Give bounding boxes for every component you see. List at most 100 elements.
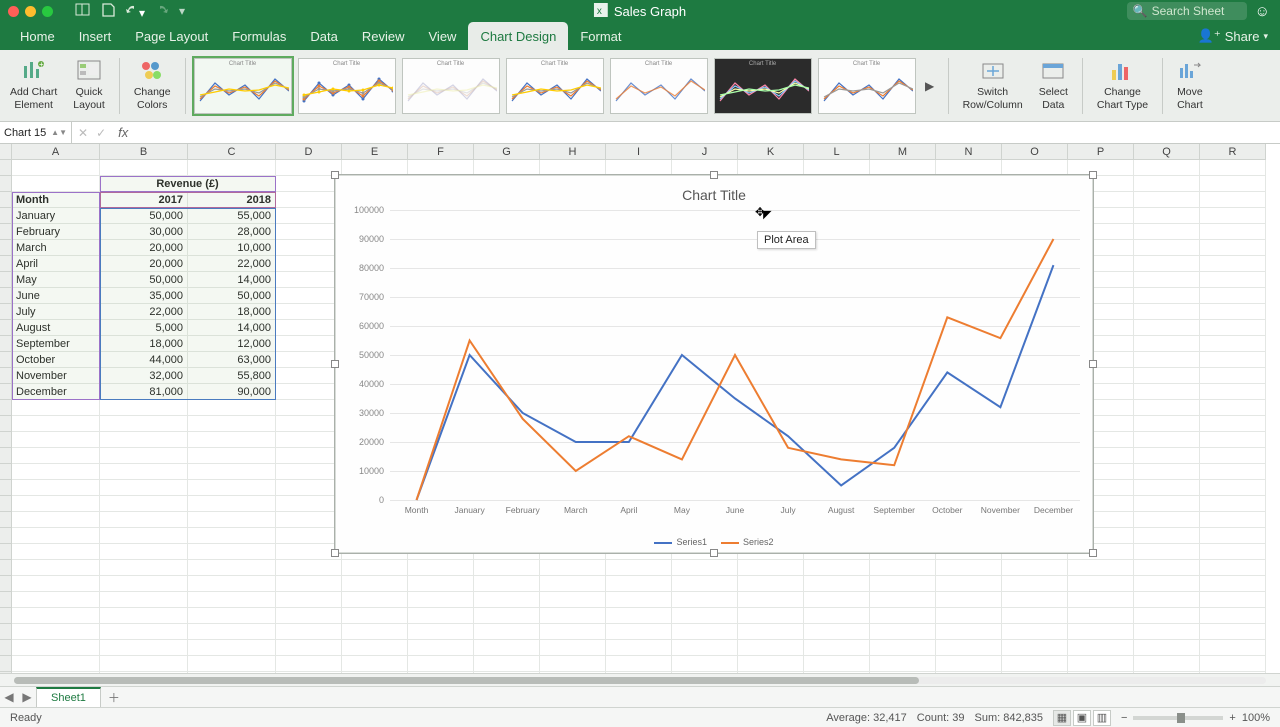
cell[interactable] (1068, 592, 1134, 608)
cell[interactable] (606, 624, 672, 640)
cell[interactable] (936, 592, 1002, 608)
search-input[interactable] (1152, 4, 1242, 18)
cell[interactable] (1134, 208, 1200, 224)
cell[interactable] (276, 336, 342, 352)
cell[interactable] (1200, 352, 1266, 368)
chart-handle-sw[interactable] (331, 549, 339, 557)
cell[interactable] (1134, 624, 1200, 640)
cell[interactable] (1068, 576, 1134, 592)
cell[interactable] (1134, 592, 1200, 608)
cell[interactable] (188, 480, 276, 496)
cell[interactable] (12, 448, 100, 464)
data-cell[interactable]: 55,800 (188, 368, 276, 384)
row-header[interactable] (0, 288, 12, 304)
row-header[interactable] (0, 480, 12, 496)
zoom-in-button[interactable]: + (1229, 712, 1235, 724)
cell[interactable] (1200, 464, 1266, 480)
tab-view[interactable]: View (417, 22, 469, 50)
cell[interactable] (100, 400, 188, 416)
cell[interactable] (12, 656, 100, 672)
row-header[interactable] (0, 240, 12, 256)
cell[interactable] (12, 592, 100, 608)
data-cell[interactable]: 55,000 (188, 208, 276, 224)
cell[interactable] (540, 576, 606, 592)
tab-insert[interactable]: Insert (67, 22, 124, 50)
col-header-E[interactable]: E (342, 144, 408, 160)
chart-style-7[interactable]: Chart Title (818, 58, 916, 114)
cell[interactable] (474, 608, 540, 624)
cell[interactable] (1002, 640, 1068, 656)
cell[interactable] (342, 560, 408, 576)
quick-layout-button[interactable]: Quick Layout (67, 56, 111, 114)
cell[interactable] (1134, 288, 1200, 304)
cell[interactable] (1200, 208, 1266, 224)
cell[interactable] (100, 464, 188, 480)
cell[interactable] (1134, 320, 1200, 336)
cell[interactable] (188, 592, 276, 608)
cell[interactable] (1134, 640, 1200, 656)
data-cell[interactable]: August (12, 320, 100, 336)
col-header-D[interactable]: D (276, 144, 342, 160)
tab-review[interactable]: Review (350, 22, 417, 50)
data-cell[interactable]: Month (12, 192, 100, 208)
cell[interactable] (12, 544, 100, 560)
cell[interactable] (188, 160, 276, 176)
cell[interactable] (1002, 592, 1068, 608)
cell[interactable] (1068, 560, 1134, 576)
cell[interactable] (1200, 624, 1266, 640)
cell[interactable] (1134, 304, 1200, 320)
cell[interactable] (100, 592, 188, 608)
styles-scroll-right[interactable]: ▶ (920, 79, 940, 93)
chart-handle-nw[interactable] (331, 171, 339, 179)
data-cell[interactable]: 63,000 (188, 352, 276, 368)
cell[interactable] (188, 464, 276, 480)
data-cell[interactable]: July (12, 304, 100, 320)
cell[interactable] (1200, 400, 1266, 416)
cell[interactable] (474, 576, 540, 592)
col-header-Q[interactable]: Q (1134, 144, 1200, 160)
cell[interactable] (672, 608, 738, 624)
cell[interactable] (276, 608, 342, 624)
plot-area[interactable]: 0100002000030000400005000060000700008000… (390, 210, 1080, 500)
cell[interactable] (1200, 544, 1266, 560)
cell[interactable] (1200, 560, 1266, 576)
sheet-nav-prev[interactable]: ◀ (0, 690, 18, 704)
data-cell[interactable]: November (12, 368, 100, 384)
tab-formulas[interactable]: Formulas (220, 22, 298, 50)
cell[interactable] (1200, 656, 1266, 672)
data-cell[interactable]: 22,000 (188, 256, 276, 272)
col-header-K[interactable]: K (738, 144, 804, 160)
cell[interactable] (606, 592, 672, 608)
data-cell[interactable]: May (12, 272, 100, 288)
cell[interactable] (804, 560, 870, 576)
autosave-icon[interactable] (75, 3, 91, 20)
col-header-G[interactable]: G (474, 144, 540, 160)
cell[interactable] (276, 304, 342, 320)
search-sheet-field[interactable]: 🔍 (1127, 2, 1247, 20)
chart-styles-gallery[interactable]: Chart TitleChart TitleChart TitleChart T… (194, 58, 916, 114)
cell[interactable] (804, 640, 870, 656)
cell[interactable] (188, 640, 276, 656)
data-cell[interactable]: 10,000 (188, 240, 276, 256)
cell[interactable] (870, 592, 936, 608)
cell[interactable] (1134, 528, 1200, 544)
cell[interactable] (936, 576, 1002, 592)
col-header-I[interactable]: I (606, 144, 672, 160)
cell[interactable] (1068, 608, 1134, 624)
data-cell[interactable]: 18,000 (188, 304, 276, 320)
select-data-button[interactable]: Select Data (1033, 56, 1074, 114)
cell[interactable] (276, 496, 342, 512)
chart-handle-se[interactable] (1089, 549, 1097, 557)
cell[interactable] (1134, 608, 1200, 624)
cell[interactable] (474, 656, 540, 672)
cell[interactable] (1134, 224, 1200, 240)
fx-icon[interactable]: fx (118, 125, 128, 140)
cell[interactable] (1134, 368, 1200, 384)
data-cell[interactable]: 2018 (188, 192, 276, 208)
cell[interactable] (1134, 160, 1200, 176)
chart-handle-w[interactable] (331, 360, 339, 368)
row-header[interactable] (0, 320, 12, 336)
cell[interactable] (100, 528, 188, 544)
cell[interactable] (738, 656, 804, 672)
cell[interactable] (804, 608, 870, 624)
